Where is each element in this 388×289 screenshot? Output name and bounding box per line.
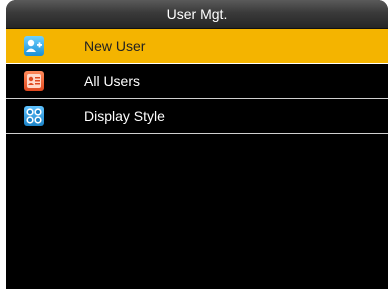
display-style-icon [24,106,44,126]
menu-item-label: All Users [84,73,141,89]
menu-item-label: New User [84,38,146,54]
menu-item-all-users[interactable]: All Users [6,64,388,99]
menu-item-new-user[interactable]: New User [6,29,388,64]
add-user-icon [24,36,44,56]
user-mgt-menu: New User All Users Display Style [6,29,388,134]
user-list-icon [24,71,44,91]
device-screen: User Mgt. New User All Users Display Sty… [6,0,388,289]
title-bar: User Mgt. [6,0,388,29]
menu-item-display-style[interactable]: Display Style [6,99,388,134]
menu-item-label: Display Style [84,108,165,124]
page-title: User Mgt. [166,6,228,22]
